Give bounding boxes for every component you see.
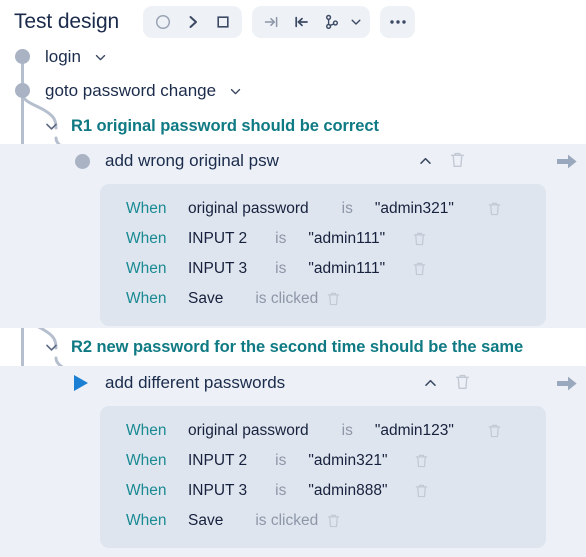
step-operator: is — [275, 452, 287, 469]
tree-node-label: goto password change — [45, 81, 217, 100]
step-target: Save — [188, 512, 224, 529]
toolbar-group-stepping — [252, 6, 371, 38]
trash-icon[interactable] — [414, 453, 429, 469]
tree-node-label: login — [45, 47, 81, 66]
chevron-down-icon[interactable] — [229, 85, 242, 98]
tree-node-goto-password-change[interactable]: goto password change — [0, 78, 242, 104]
step-value: "admin321" — [308, 452, 388, 469]
record-circle-icon[interactable] — [149, 9, 176, 36]
step-target: original password — [188, 200, 309, 217]
trash-icon[interactable] — [487, 201, 502, 217]
chevron-up-icon[interactable] — [418, 154, 433, 169]
step-row[interactable]: When original password is "admin321" — [100, 194, 546, 224]
test-case-title: add different passwords — [105, 373, 286, 392]
step-operator: is — [275, 260, 287, 277]
trash-icon[interactable] — [449, 151, 466, 169]
test-case-block: add different passwords When original pa… — [0, 366, 586, 557]
chevron-down-icon[interactable] — [44, 119, 59, 134]
case-dot-icon — [75, 154, 90, 169]
step-target: INPUT 3 — [188, 482, 248, 499]
step-operator: is — [341, 422, 353, 439]
test-case-block: add wrong original psw When original pas… — [0, 144, 586, 328]
step-operator: is — [275, 482, 287, 499]
step-target: INPUT 2 — [188, 452, 248, 469]
trash-icon[interactable] — [487, 423, 502, 439]
toolbar-group-playback — [143, 6, 243, 38]
step-keyword: When — [126, 200, 167, 217]
step-operator: is clicked — [255, 290, 319, 307]
arrow-right-icon[interactable] — [556, 153, 578, 170]
trash-icon[interactable] — [412, 231, 427, 247]
step-keyword: When — [126, 230, 167, 247]
test-case-title: add wrong original psw — [105, 151, 279, 170]
chevron-up-icon[interactable] — [423, 376, 438, 391]
step-operator: is clicked — [255, 512, 319, 529]
step-operator: is — [275, 230, 287, 247]
branch-icon[interactable] — [318, 9, 345, 36]
trash-icon[interactable] — [412, 261, 427, 277]
trash-icon[interactable] — [326, 291, 341, 307]
step-target: original password — [188, 422, 309, 439]
rule-title: R1 original password should be correct — [71, 116, 379, 135]
play-chevron-icon[interactable] — [179, 9, 206, 36]
step-row[interactable]: When Save is clicked — [100, 284, 546, 314]
step-row[interactable]: When original password is "admin123" — [100, 416, 546, 446]
rule-title: R2 new password for the second time shou… — [71, 337, 524, 356]
test-design-panel: Test design login goto password change R… — [0, 0, 586, 557]
node-dot-icon — [15, 49, 30, 64]
step-value: "admin321" — [374, 200, 454, 217]
step-value: "admin123" — [374, 422, 454, 439]
step-target: Save — [188, 290, 224, 307]
step-value: "admin111" — [308, 230, 386, 247]
test-case-header[interactable]: add wrong original psw — [0, 144, 586, 178]
step-keyword: When — [126, 482, 167, 499]
trash-icon[interactable] — [454, 373, 471, 391]
step-value: "admin888" — [308, 482, 388, 499]
step-row[interactable]: When INPUT 2 is "admin111" — [100, 224, 546, 254]
toolbar-group-more — [380, 6, 416, 38]
step-keyword: When — [126, 452, 167, 469]
step-row[interactable]: When INPUT 2 is "admin321" — [100, 446, 546, 476]
more-options-icon[interactable] — [384, 9, 411, 36]
rule-heading-r1[interactable]: R1 original password should be correct — [44, 114, 379, 138]
step-operator: is — [341, 200, 353, 217]
step-row[interactable]: When INPUT 3 is "admin888" — [100, 476, 546, 506]
trash-icon[interactable] — [414, 483, 429, 499]
arrow-right-icon[interactable] — [556, 375, 578, 392]
trash-icon[interactable] — [326, 513, 341, 529]
chevron-down-icon[interactable] — [44, 340, 59, 355]
step-target: INPUT 2 — [188, 230, 248, 247]
step-value: "admin111" — [308, 260, 386, 277]
steps-panel: When original password is "admin321" Whe… — [100, 184, 546, 326]
page-title: Test design — [14, 10, 120, 33]
step-keyword: When — [126, 260, 167, 277]
step-row[interactable]: When Save is clicked — [100, 506, 546, 536]
stop-square-icon[interactable] — [209, 9, 236, 36]
step-into-icon[interactable] — [258, 9, 285, 36]
rule-heading-r2[interactable]: R2 new password for the second time shou… — [44, 335, 523, 359]
header-bar: Test design — [0, 0, 586, 44]
tree-body: login goto password change R1 original p… — [0, 44, 586, 557]
steps-panel: When original password is "admin123" Whe… — [100, 406, 546, 548]
chevron-down-icon[interactable] — [94, 51, 107, 64]
step-row[interactable]: When INPUT 3 is "admin111" — [100, 254, 546, 284]
tree-node-login[interactable]: login — [0, 44, 107, 70]
test-case-header[interactable]: add different passwords — [0, 366, 586, 400]
play-triangle-icon[interactable] — [74, 375, 88, 391]
step-keyword: When — [126, 290, 167, 307]
node-dot-icon — [15, 83, 30, 98]
chevron-down-icon[interactable] — [348, 9, 364, 36]
step-back-icon[interactable] — [288, 9, 315, 36]
step-keyword: When — [126, 512, 167, 529]
step-keyword: When — [126, 422, 167, 439]
step-target: INPUT 3 — [188, 260, 248, 277]
